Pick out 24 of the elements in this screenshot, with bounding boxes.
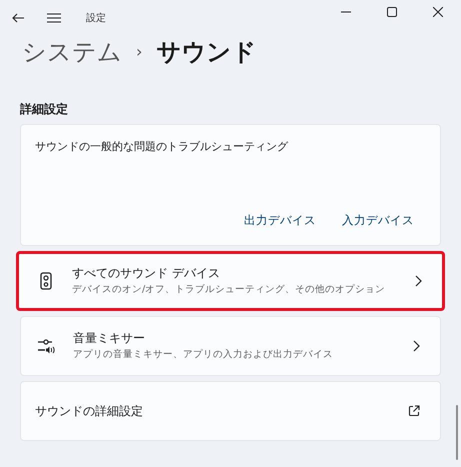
troubleshoot-title: サウンドの一般的な問題のトラブルシューティング	[35, 139, 290, 155]
window-title: 設定	[86, 12, 106, 26]
scroll-bar[interactable]	[456, 405, 458, 460]
device-link-button[interactable]: 出力デバイス	[232, 208, 328, 233]
item-title: すべてのサウンド デバイス	[72, 265, 221, 282]
item-subtitle: デバイスのオン/オフ、トラブルシューティング、その他のオプション	[72, 283, 386, 298]
settings-item[interactable]: 音量ミキサー アプリの音量ミキサー、アプリの入力および出力デバイス	[20, 316, 441, 376]
maximize-icon	[387, 7, 397, 17]
page-title: サウンド	[156, 37, 256, 68]
mixer-icon	[38, 338, 56, 354]
close-icon	[433, 7, 443, 17]
breadcrumb-separator: ›	[136, 41, 142, 63]
item-title: サウンドの詳細設定	[35, 403, 144, 420]
item-subtitle: アプリの音量ミキサー、アプリの入力および出力デバイス	[73, 348, 334, 362]
settings-item[interactable]: すべてのサウンド デバイス デバイスのオン/オフ、トラブルシューティング、その他のオプション	[16, 251, 445, 311]
breadcrumb-parent[interactable]: システム	[22, 34, 122, 70]
menu-icon	[47, 13, 61, 23]
section-title: 詳細設定	[18, 101, 69, 118]
back-arrow-icon	[12, 13, 24, 23]
item-title: 音量ミキサー	[73, 330, 146, 348]
speaker-icon	[40, 272, 52, 290]
device-link-button[interactable]: 入力デバイス	[330, 208, 426, 233]
minimize-icon	[341, 11, 351, 13]
settings-item[interactable]: サウンドの詳細設定	[20, 381, 441, 441]
